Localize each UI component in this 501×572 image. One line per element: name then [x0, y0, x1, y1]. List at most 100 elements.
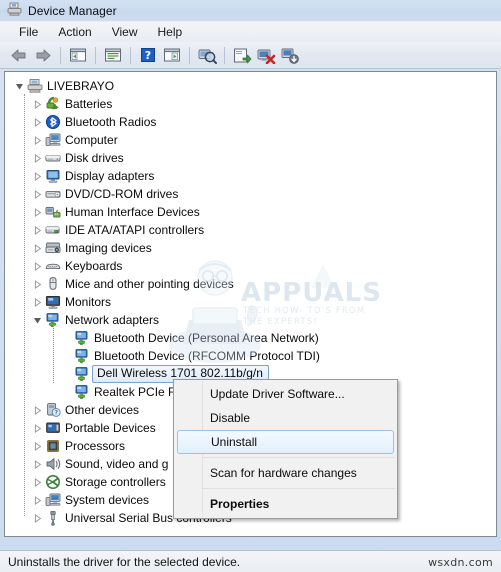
tree-item-label: System devices: [65, 493, 150, 507]
ctx-disable[interactable]: Disable: [174, 406, 397, 430]
tree-line-spacer: [60, 347, 73, 365]
tree-item-label: Computer: [65, 133, 118, 147]
context-menu-separator-2: [203, 488, 395, 489]
show-hide-action-pane-icon[interactable]: [161, 44, 183, 66]
tree-item-label: Bluetooth Device (Personal Area Network): [94, 331, 319, 345]
imaging-device-icon: [44, 239, 62, 257]
toolbar-separator-1: [60, 46, 61, 64]
tree-item[interactable]: Mice and other pointing devices: [5, 275, 496, 293]
collapse-triangle-icon[interactable]: [31, 473, 44, 491]
back-arrow-icon[interactable]: [8, 44, 30, 66]
context-menu[interactable]: Update Driver Software... Disable Uninst…: [173, 379, 398, 519]
collapse-triangle-icon[interactable]: [31, 419, 44, 437]
tree-item-label: IDE ATA/ATAPI controllers: [65, 223, 205, 237]
help-icon[interactable]: ?: [137, 44, 159, 66]
scan-for-hardware-changes-icon[interactable]: [196, 44, 218, 66]
collapse-triangle-icon[interactable]: [31, 293, 44, 311]
collapse-triangle-icon[interactable]: [31, 131, 44, 149]
ide-controller-icon: [44, 221, 62, 239]
tree-item[interactable]: Network adapters: [5, 311, 496, 329]
tree-item-label: Keyboards: [65, 259, 123, 273]
menu-help[interactable]: Help: [148, 23, 193, 42]
tree-item[interactable]: IDE ATA/ATAPI controllers: [5, 221, 496, 239]
tree-item[interactable]: Imaging devices: [5, 239, 496, 257]
network-adapter-icon: [73, 329, 91, 347]
storage-controller-icon: [44, 473, 62, 491]
tree-item[interactable]: Bluetooth Device (Personal Area Network): [5, 329, 496, 347]
ctx-uninstall[interactable]: Uninstall: [177, 430, 394, 454]
toolbar-separator-4: [189, 46, 190, 64]
tree-item-label: DVD/CD-ROM drives: [65, 187, 179, 201]
portable-device-icon: [44, 419, 62, 437]
tree-item[interactable]: Computer: [5, 131, 496, 149]
show-hide-console-tree-icon[interactable]: [67, 44, 89, 66]
ctx-properties[interactable]: Properties: [174, 492, 397, 516]
collapse-triangle-icon[interactable]: [31, 257, 44, 275]
tree-item-label: Other devices: [65, 403, 140, 417]
toolbar-separator-3: [130, 46, 131, 64]
menu-action[interactable]: Action: [48, 23, 101, 42]
tree-item-label: Batteries: [65, 97, 113, 111]
status-bar: Uninstalls the driver for the selected d…: [0, 550, 501, 572]
menu-file[interactable]: File: [9, 23, 48, 42]
add-legacy-hardware-icon[interactable]: [279, 44, 301, 66]
tree-item[interactable]: Display adapters: [5, 167, 496, 185]
status-bar-text: Uninstalls the driver for the selected d…: [8, 554, 241, 569]
ctx-scan-for-hardware-changes[interactable]: Scan for hardware changes: [174, 461, 397, 485]
tree-item[interactable]: Disk drives: [5, 149, 496, 167]
toolbar-separator-5: [224, 46, 225, 64]
tree-item-label: Network adapters: [65, 313, 160, 327]
tree-item[interactable]: Bluetooth Device (RFCOMM Protocol TDI): [5, 347, 496, 365]
expand-triangle-icon[interactable]: [13, 77, 26, 95]
battery-icon: [44, 95, 62, 113]
tree-item[interactable]: Bluetooth Radios: [5, 113, 496, 131]
expand-triangle-icon[interactable]: [31, 311, 44, 329]
collapse-triangle-icon[interactable]: [31, 221, 44, 239]
collapse-triangle-icon[interactable]: [31, 437, 44, 455]
properties-icon[interactable]: [102, 44, 124, 66]
tree-item[interactable]: Monitors: [5, 293, 496, 311]
tree-item-label: LIVEBRAYO: [47, 79, 115, 93]
tree-item-label: Bluetooth Device (RFCOMM Protocol TDI): [94, 349, 320, 363]
tree-item-label: Human Interface Devices: [65, 205, 200, 219]
tree-item-label: Disk drives: [65, 151, 124, 165]
tree-item[interactable]: LIVEBRAYO: [5, 77, 496, 95]
collapse-triangle-icon[interactable]: [31, 149, 44, 167]
device-manager-window: Device Manager File Action View Help ? L…: [0, 0, 501, 572]
keyboard-icon: [44, 257, 62, 275]
collapse-triangle-icon[interactable]: [31, 95, 44, 113]
update-driver-software-icon[interactable]: [231, 44, 253, 66]
tree-item-label: Storage controllers: [65, 475, 166, 489]
collapse-triangle-icon[interactable]: [31, 167, 44, 185]
window-title: Device Manager: [28, 3, 117, 18]
tree-guide-line: [53, 325, 54, 383]
collapse-triangle-icon[interactable]: [31, 185, 44, 203]
tree-line-spacer: [60, 329, 73, 347]
collapse-triangle-icon[interactable]: [31, 203, 44, 221]
forward-arrow-icon[interactable]: [32, 44, 54, 66]
tree-item-label: Monitors: [65, 295, 112, 309]
computer-node-icon: [26, 77, 44, 95]
menu-view[interactable]: View: [102, 23, 148, 42]
tree-item-label: Portable Devices: [65, 421, 156, 435]
tree-item[interactable]: Keyboards: [5, 257, 496, 275]
collapse-triangle-icon[interactable]: [31, 239, 44, 257]
collapse-triangle-icon[interactable]: [31, 113, 44, 131]
collapse-triangle-icon[interactable]: [31, 455, 44, 473]
collapse-triangle-icon[interactable]: [31, 491, 44, 509]
title-bar: Device Manager: [0, 0, 501, 21]
menu-bar: File Action View Help: [0, 21, 501, 42]
tree-item[interactable]: Human Interface Devices: [5, 203, 496, 221]
monitor-icon: [44, 293, 62, 311]
collapse-triangle-icon[interactable]: [31, 401, 44, 419]
uninstall-device-icon[interactable]: [255, 44, 277, 66]
tree-item[interactable]: Batteries: [5, 95, 496, 113]
tree-item[interactable]: DVD/CD-ROM drives: [5, 185, 496, 203]
collapse-triangle-icon[interactable]: [31, 275, 44, 293]
collapse-triangle-icon[interactable]: [31, 509, 44, 527]
ctx-update-driver-software[interactable]: Update Driver Software...: [174, 382, 397, 406]
svg-text:?: ?: [145, 49, 151, 62]
disk-drive-icon: [44, 149, 62, 167]
tree-item-label: Bluetooth Radios: [65, 115, 157, 129]
tree-line-spacer: [60, 383, 73, 401]
